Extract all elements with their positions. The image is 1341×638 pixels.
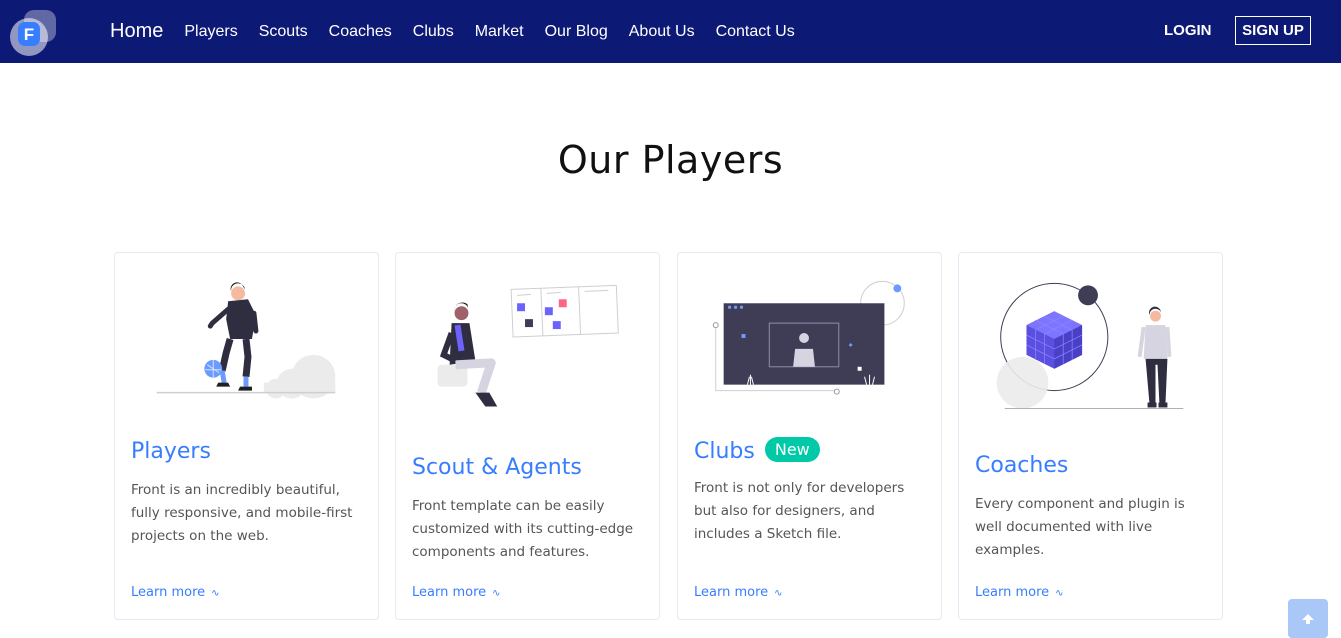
nav-market[interactable]: Market xyxy=(475,23,524,41)
card-title: Players xyxy=(131,439,211,464)
navbar: F Home Players Scouts Coaches Clubs Mark… xyxy=(0,0,1341,63)
nav-blog[interactable]: Our Blog xyxy=(545,23,608,41)
learn-more-link[interactable]: Learn more ∿ xyxy=(694,585,783,600)
nav-coaches[interactable]: Coaches xyxy=(329,23,392,41)
learn-more-link[interactable]: Learn more ∿ xyxy=(975,585,1064,600)
card-clubs[interactable]: Clubs New Front is not only for developer… xyxy=(677,252,942,620)
card-players[interactable]: Players Front is an incredibly beautiful… xyxy=(114,252,379,620)
scroll-top-button[interactable] xyxy=(1288,599,1328,638)
login-link[interactable]: LOGIN xyxy=(1164,22,1212,39)
card-text: Front template can be easily customized … xyxy=(412,498,634,560)
card-title: Scout & Agents xyxy=(412,455,582,480)
card-text: Front is an incredibly beautiful, fully … xyxy=(131,482,353,544)
card-text: Every component and plugin is well docum… xyxy=(975,496,1185,558)
nav-about[interactable]: About Us xyxy=(629,23,695,41)
soccer-player-illustration xyxy=(156,282,336,399)
learn-more-label: Learn more xyxy=(694,585,769,600)
nav-scouts[interactable]: Scouts xyxy=(259,23,308,41)
nav-clubs[interactable]: Clubs xyxy=(413,23,454,41)
card-title-row: Clubs New xyxy=(694,437,820,464)
arrow-right-icon: ∿ xyxy=(492,588,501,599)
nav-players[interactable]: Players xyxy=(184,23,237,41)
learn-more-label: Learn more xyxy=(412,585,487,600)
card-title: Coaches xyxy=(975,453,1069,478)
logo-icon: F xyxy=(10,10,56,56)
nav-home[interactable]: Home xyxy=(110,20,163,43)
arrow-up-icon xyxy=(1302,613,1314,624)
arrow-right-icon: ∿ xyxy=(1055,588,1064,599)
card-scouts[interactable]: Scout & Agents Front template can be eas… xyxy=(395,252,660,620)
arrow-right-icon: ∿ xyxy=(211,588,220,599)
learn-more-link[interactable]: Learn more ∿ xyxy=(412,585,501,600)
new-badge: New xyxy=(764,437,820,462)
card-text: Front is not only for developers but als… xyxy=(694,480,905,542)
section-title: Our Players xyxy=(557,138,784,182)
learn-more-link[interactable]: Learn more ∿ xyxy=(131,585,220,600)
arrow-right-icon: ∿ xyxy=(774,588,783,599)
learn-more-label: Learn more xyxy=(975,585,1050,600)
video-screen-illustration xyxy=(712,280,905,395)
logo-letter: F xyxy=(24,25,34,44)
scout-board-illustration xyxy=(437,284,619,407)
cube-coach-illustration xyxy=(996,282,1184,409)
logo[interactable]: F xyxy=(10,10,58,58)
nav-links: Home Players Scouts Coaches Clubs Market… xyxy=(110,0,816,63)
signup-button[interactable]: SIGN UP xyxy=(1235,16,1311,45)
learn-more-label: Learn more xyxy=(131,585,206,600)
card-title: Clubs xyxy=(694,439,755,464)
nav-contact[interactable]: Contact Us xyxy=(716,23,795,41)
card-coaches[interactable]: Coaches Every component and plugin is we… xyxy=(958,252,1223,620)
